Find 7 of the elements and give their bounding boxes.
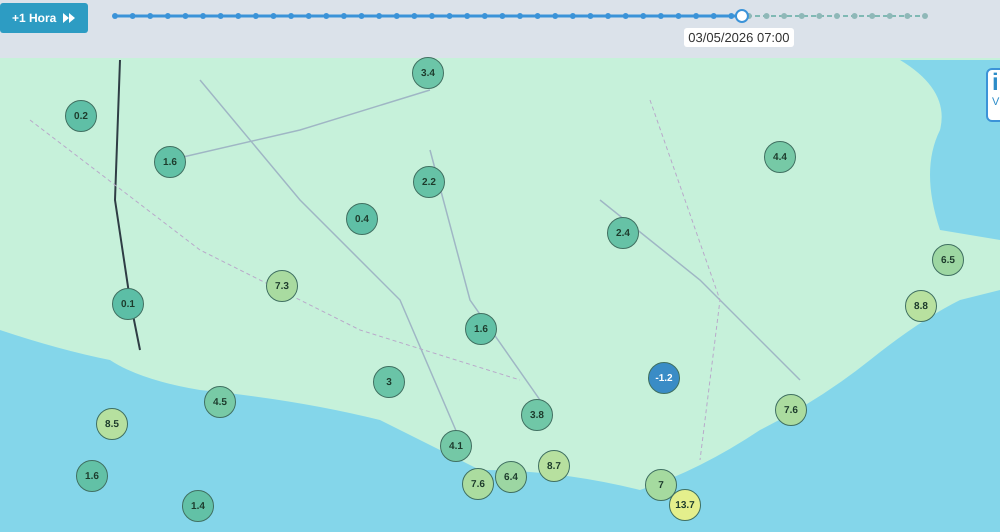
- fast-forward-icon: [63, 13, 76, 23]
- side-widget[interactable]: i V: [986, 68, 1000, 122]
- time-label: 03/05/2026 07:00: [684, 28, 794, 47]
- next-hour-button[interactable]: +1 Hora: [0, 3, 88, 33]
- map-background[interactable]: [0, 58, 1000, 532]
- widget-letter: i: [992, 70, 1000, 96]
- widget-letter: V: [992, 96, 1000, 108]
